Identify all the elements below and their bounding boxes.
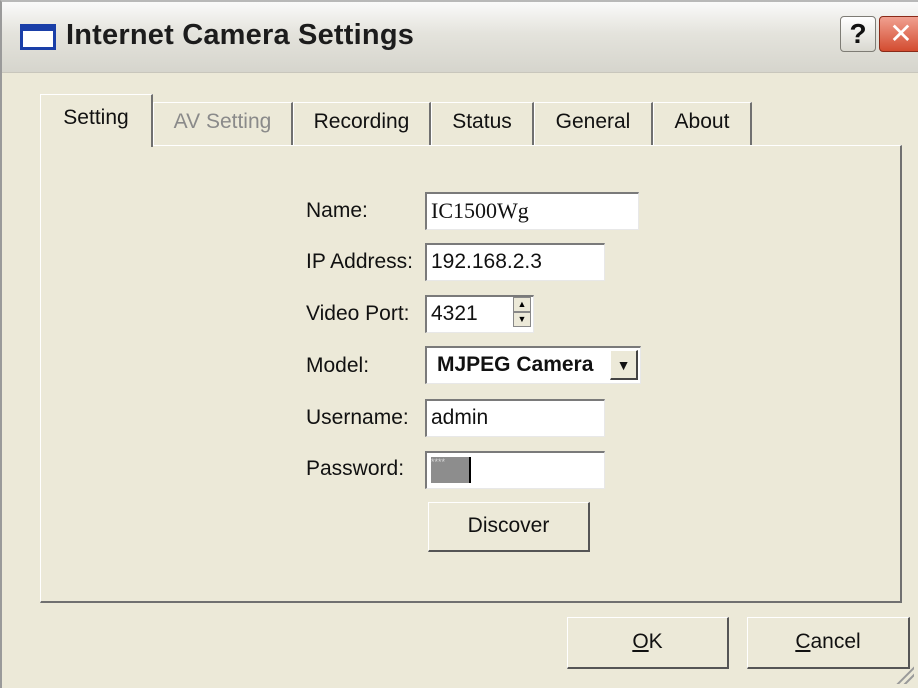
spin-up-icon[interactable]: ▲: [513, 297, 531, 312]
video-port-label: Video Port:: [306, 302, 410, 325]
username-input[interactable]: admin: [425, 399, 605, 437]
name-input[interactable]: IC1500Wg: [425, 192, 639, 230]
window-icon: [20, 24, 56, 50]
tab-general[interactable]: General: [534, 102, 653, 146]
name-label: Name:: [306, 199, 368, 222]
discover-button[interactable]: Discover: [428, 502, 590, 552]
tab-label: About: [674, 110, 730, 133]
password-label: Password:: [306, 457, 405, 480]
ok-button[interactable]: OK: [567, 617, 729, 669]
camera-settings-dialog: Internet Camera Settings ? ✕ Setting AV …: [0, 0, 918, 688]
tab-label: AV Setting: [173, 110, 272, 133]
tab-setting[interactable]: Setting: [40, 94, 153, 147]
password-mask: ****: [431, 457, 446, 467]
port-spinner[interactable]: ▲ ▼: [513, 297, 531, 331]
model-label: Model:: [306, 354, 370, 377]
video-port-value: 4321: [431, 302, 478, 325]
close-icon: ✕: [889, 18, 913, 49]
help-icon: ?: [849, 18, 867, 49]
tab-status[interactable]: Status: [431, 102, 534, 146]
ip-address-input[interactable]: 192.168.2.3: [425, 243, 605, 281]
model-select[interactable]: MJPEG Camera ▼: [425, 346, 641, 384]
ip-address-label: IP Address:: [306, 250, 414, 273]
tab-label: General: [555, 110, 631, 133]
window-title: Internet Camera Settings: [66, 19, 415, 51]
ok-label: K: [648, 630, 663, 653]
tab-about[interactable]: About: [653, 102, 752, 146]
dropdown-arrow-icon[interactable]: ▼: [610, 350, 638, 380]
video-port-stepper[interactable]: 4321 ▲ ▼: [425, 295, 534, 333]
title-bar[interactable]: Internet Camera Settings ? ✕: [2, 2, 918, 73]
cancel-button[interactable]: Cancel: [747, 617, 910, 669]
cancel-mnemonic: C: [795, 630, 811, 653]
tab-label: Setting: [63, 106, 129, 129]
tab-label: Recording: [313, 110, 410, 133]
cancel-label: ancel: [810, 630, 861, 653]
tab-recording[interactable]: Recording: [293, 102, 431, 146]
help-button[interactable]: ?: [840, 16, 876, 52]
close-button[interactable]: ✕: [879, 16, 918, 52]
tab-label: Status: [452, 110, 512, 133]
ok-mnemonic: O: [632, 630, 649, 653]
model-value: MJPEG Camera: [437, 353, 594, 376]
username-label: Username:: [306, 406, 409, 429]
password-input[interactable]: ****: [425, 451, 605, 489]
resize-grip-icon[interactable]: [896, 666, 914, 684]
tab-av-setting[interactable]: AV Setting: [153, 102, 293, 146]
spin-down-icon[interactable]: ▼: [513, 312, 531, 327]
